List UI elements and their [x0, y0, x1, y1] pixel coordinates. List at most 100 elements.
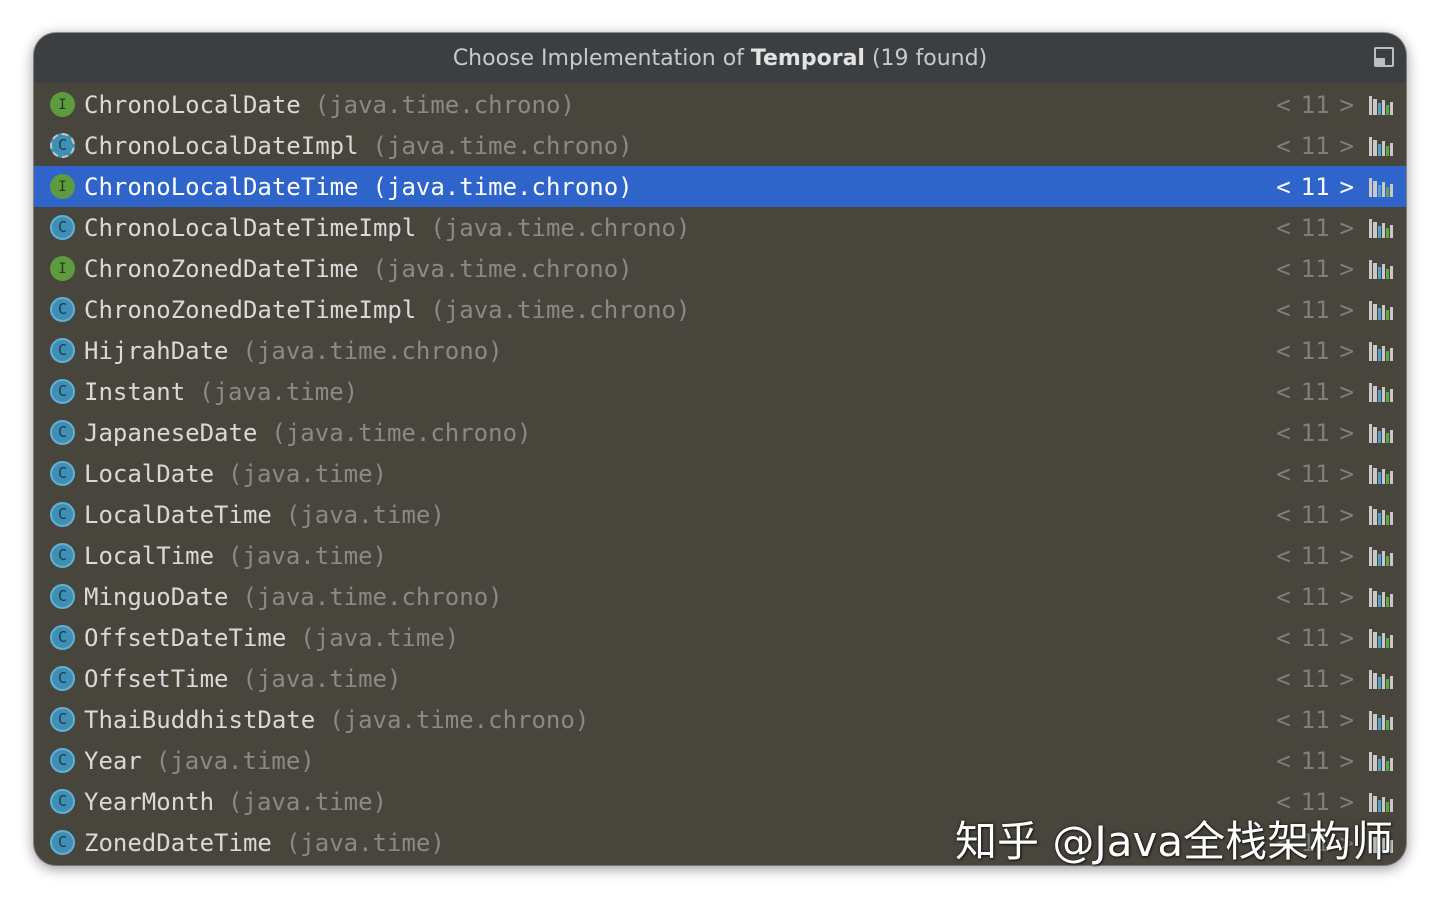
jdk-version: 11: [1300, 254, 1330, 283]
version-right-bracket: >: [1339, 582, 1354, 611]
class-name: HijrahDate: [84, 336, 229, 365]
implementation-item[interactable]: C ChronoZonedDateTimeImpl (java.time.chro…: [34, 289, 1406, 330]
library-icon: [1369, 342, 1393, 361]
jdk-version-info: <11 >: [1276, 747, 1354, 775]
library-icon: [1369, 588, 1393, 607]
abstract-class-type-icon: C: [50, 133, 75, 158]
jdk-version-info: <11 >: [1276, 665, 1354, 693]
package-name: (java.time.chrono): [242, 582, 503, 611]
jdk-version: 11: [1300, 459, 1330, 488]
package-name: (java.time.chrono): [430, 295, 691, 324]
implementation-item[interactable]: I ChronoLocalDateTime (java.time.chrono) …: [34, 166, 1406, 207]
package-name: (java.time.chrono): [372, 172, 633, 201]
package-name: (java.time): [228, 541, 387, 570]
implementation-item[interactable]: C ChronoLocalDateImpl (java.time.chrono) …: [34, 125, 1406, 166]
library-icon: [1369, 465, 1393, 484]
jdk-version-info: <11 >: [1276, 706, 1354, 734]
library-icon: [1369, 424, 1393, 443]
library-icon: [1369, 711, 1393, 730]
version-right-bracket: >: [1339, 705, 1354, 734]
implementation-list: I ChronoLocalDate (java.time.chrono) <11 >…: [34, 84, 1406, 863]
jdk-version: 11: [1300, 418, 1330, 447]
version-right-bracket: >: [1339, 500, 1354, 529]
class-type-icon: C: [50, 297, 75, 322]
popup-title-bar[interactable]: Choose Implementation of Temporal (19 fo…: [34, 33, 1406, 83]
jdk-version: 11: [1300, 623, 1330, 652]
implementation-item[interactable]: C LocalDateTime (java.time) <11 >: [34, 494, 1406, 535]
version-right-bracket: >: [1339, 254, 1354, 283]
class-type-icon: C: [50, 502, 75, 527]
package-name: (java.time): [228, 787, 387, 816]
version-left-bracket: <: [1276, 90, 1291, 119]
jdk-version: 11: [1300, 172, 1330, 201]
version-right-bracket: >: [1339, 213, 1354, 242]
implementation-item[interactable]: C LocalDate (java.time) <11 >: [34, 453, 1406, 494]
jdk-version: 11: [1300, 90, 1330, 119]
version-left-bracket: <: [1276, 746, 1291, 775]
jdk-version-info: <11 >: [1276, 542, 1354, 570]
version-left-bracket: <: [1276, 623, 1291, 652]
jdk-version-info: <11 >: [1276, 378, 1354, 406]
library-icon: [1369, 219, 1393, 238]
package-name: (java.time): [300, 623, 460, 652]
implementation-item[interactable]: I ChronoLocalDate (java.time.chrono) <11 >: [34, 84, 1406, 125]
implementation-item[interactable]: C Year (java.time) <11 >: [34, 740, 1406, 781]
jdk-version-info: <11 >: [1276, 214, 1354, 242]
jdk-version: 11: [1300, 746, 1330, 775]
version-left-bracket: <: [1276, 254, 1291, 283]
version-right-bracket: >: [1339, 664, 1354, 693]
version-left-bracket: <: [1276, 582, 1291, 611]
jdk-version-info: <11 >: [1276, 460, 1354, 488]
class-type-icon: C: [50, 748, 75, 773]
version-left-bracket: <: [1276, 459, 1291, 488]
jdk-version: 11: [1300, 500, 1330, 529]
library-icon: [1369, 96, 1393, 115]
package-name: (java.time.chrono): [372, 131, 633, 160]
open-in-tool-window-icon[interactable]: [1374, 47, 1394, 67]
implementation-item[interactable]: C Instant (java.time) <11 >: [34, 371, 1406, 412]
title-count: (19 found): [871, 45, 988, 71]
version-right-bracket: >: [1339, 459, 1354, 488]
version-left-bracket: <: [1276, 213, 1291, 242]
jdk-version-info: <11 >: [1276, 173, 1354, 201]
class-name: ChronoLocalDate: [84, 90, 301, 119]
implementation-item[interactable]: C ThaiBuddhistDate (java.time.chrono) <11…: [34, 699, 1406, 740]
version-left-bracket: <: [1276, 541, 1291, 570]
jdk-version-info: <11 >: [1276, 91, 1354, 119]
implementation-item[interactable]: C HijrahDate (java.time.chrono) <11 >: [34, 330, 1406, 371]
jdk-version-info: <11 >: [1276, 419, 1354, 447]
library-icon: [1369, 178, 1393, 197]
implementation-item[interactable]: C ChronoLocalDateTimeImpl (java.time.chro…: [34, 207, 1406, 248]
version-right-bracket: >: [1339, 418, 1354, 447]
version-right-bracket: >: [1339, 336, 1354, 365]
implementation-item[interactable]: C OffsetTime (java.time) <11 >: [34, 658, 1406, 699]
jdk-version-info: <11 >: [1276, 337, 1354, 365]
jdk-version: 11: [1300, 377, 1330, 406]
class-name: ChronoLocalDateTime: [84, 172, 359, 201]
title-target: Temporal: [750, 45, 865, 71]
class-type-icon: C: [50, 338, 75, 363]
library-icon: [1369, 301, 1393, 320]
jdk-version-info: <11 >: [1276, 624, 1354, 652]
library-icon: [1369, 547, 1393, 566]
version-right-bracket: >: [1339, 623, 1354, 652]
version-left-bracket: <: [1276, 664, 1291, 693]
jdk-version: 11: [1300, 336, 1330, 365]
implementation-item[interactable]: I ChronoZonedDateTime (java.time.chrono) …: [34, 248, 1406, 289]
jdk-version-info: <11 >: [1276, 583, 1354, 611]
package-name: (java.time): [199, 377, 359, 406]
implementation-item[interactable]: C OffsetDateTime (java.time) <11 >: [34, 617, 1406, 658]
implementation-item[interactable]: C LocalTime (java.time) <11 >: [34, 535, 1406, 576]
jdk-version: 11: [1300, 541, 1330, 570]
watermark: 知乎 @Java全栈架构师: [955, 817, 1394, 866]
version-right-bracket: >: [1339, 172, 1354, 201]
class-name: ZonedDateTime: [84, 828, 272, 857]
class-name: ChronoLocalDateTimeImpl: [84, 213, 417, 242]
implementation-item[interactable]: C MinguoDate (java.time.chrono) <11 >: [34, 576, 1406, 617]
class-type-icon: C: [50, 625, 75, 650]
class-type-icon: C: [50, 379, 75, 404]
class-type-icon: C: [50, 666, 75, 691]
implementation-item[interactable]: C JapaneseDate (java.time.chrono) <11 >: [34, 412, 1406, 453]
version-right-bracket: >: [1339, 295, 1354, 324]
package-name: (java.time): [228, 459, 387, 488]
